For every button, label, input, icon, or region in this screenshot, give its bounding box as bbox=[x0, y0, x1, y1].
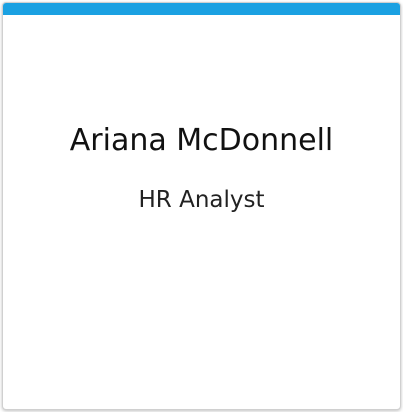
card-accent-bar bbox=[3, 3, 400, 15]
person-name: Ariana McDonnell bbox=[69, 123, 334, 158]
person-job-title: HR Analyst bbox=[138, 187, 265, 213]
profile-card: Ariana McDonnell HR Analyst bbox=[2, 2, 401, 410]
